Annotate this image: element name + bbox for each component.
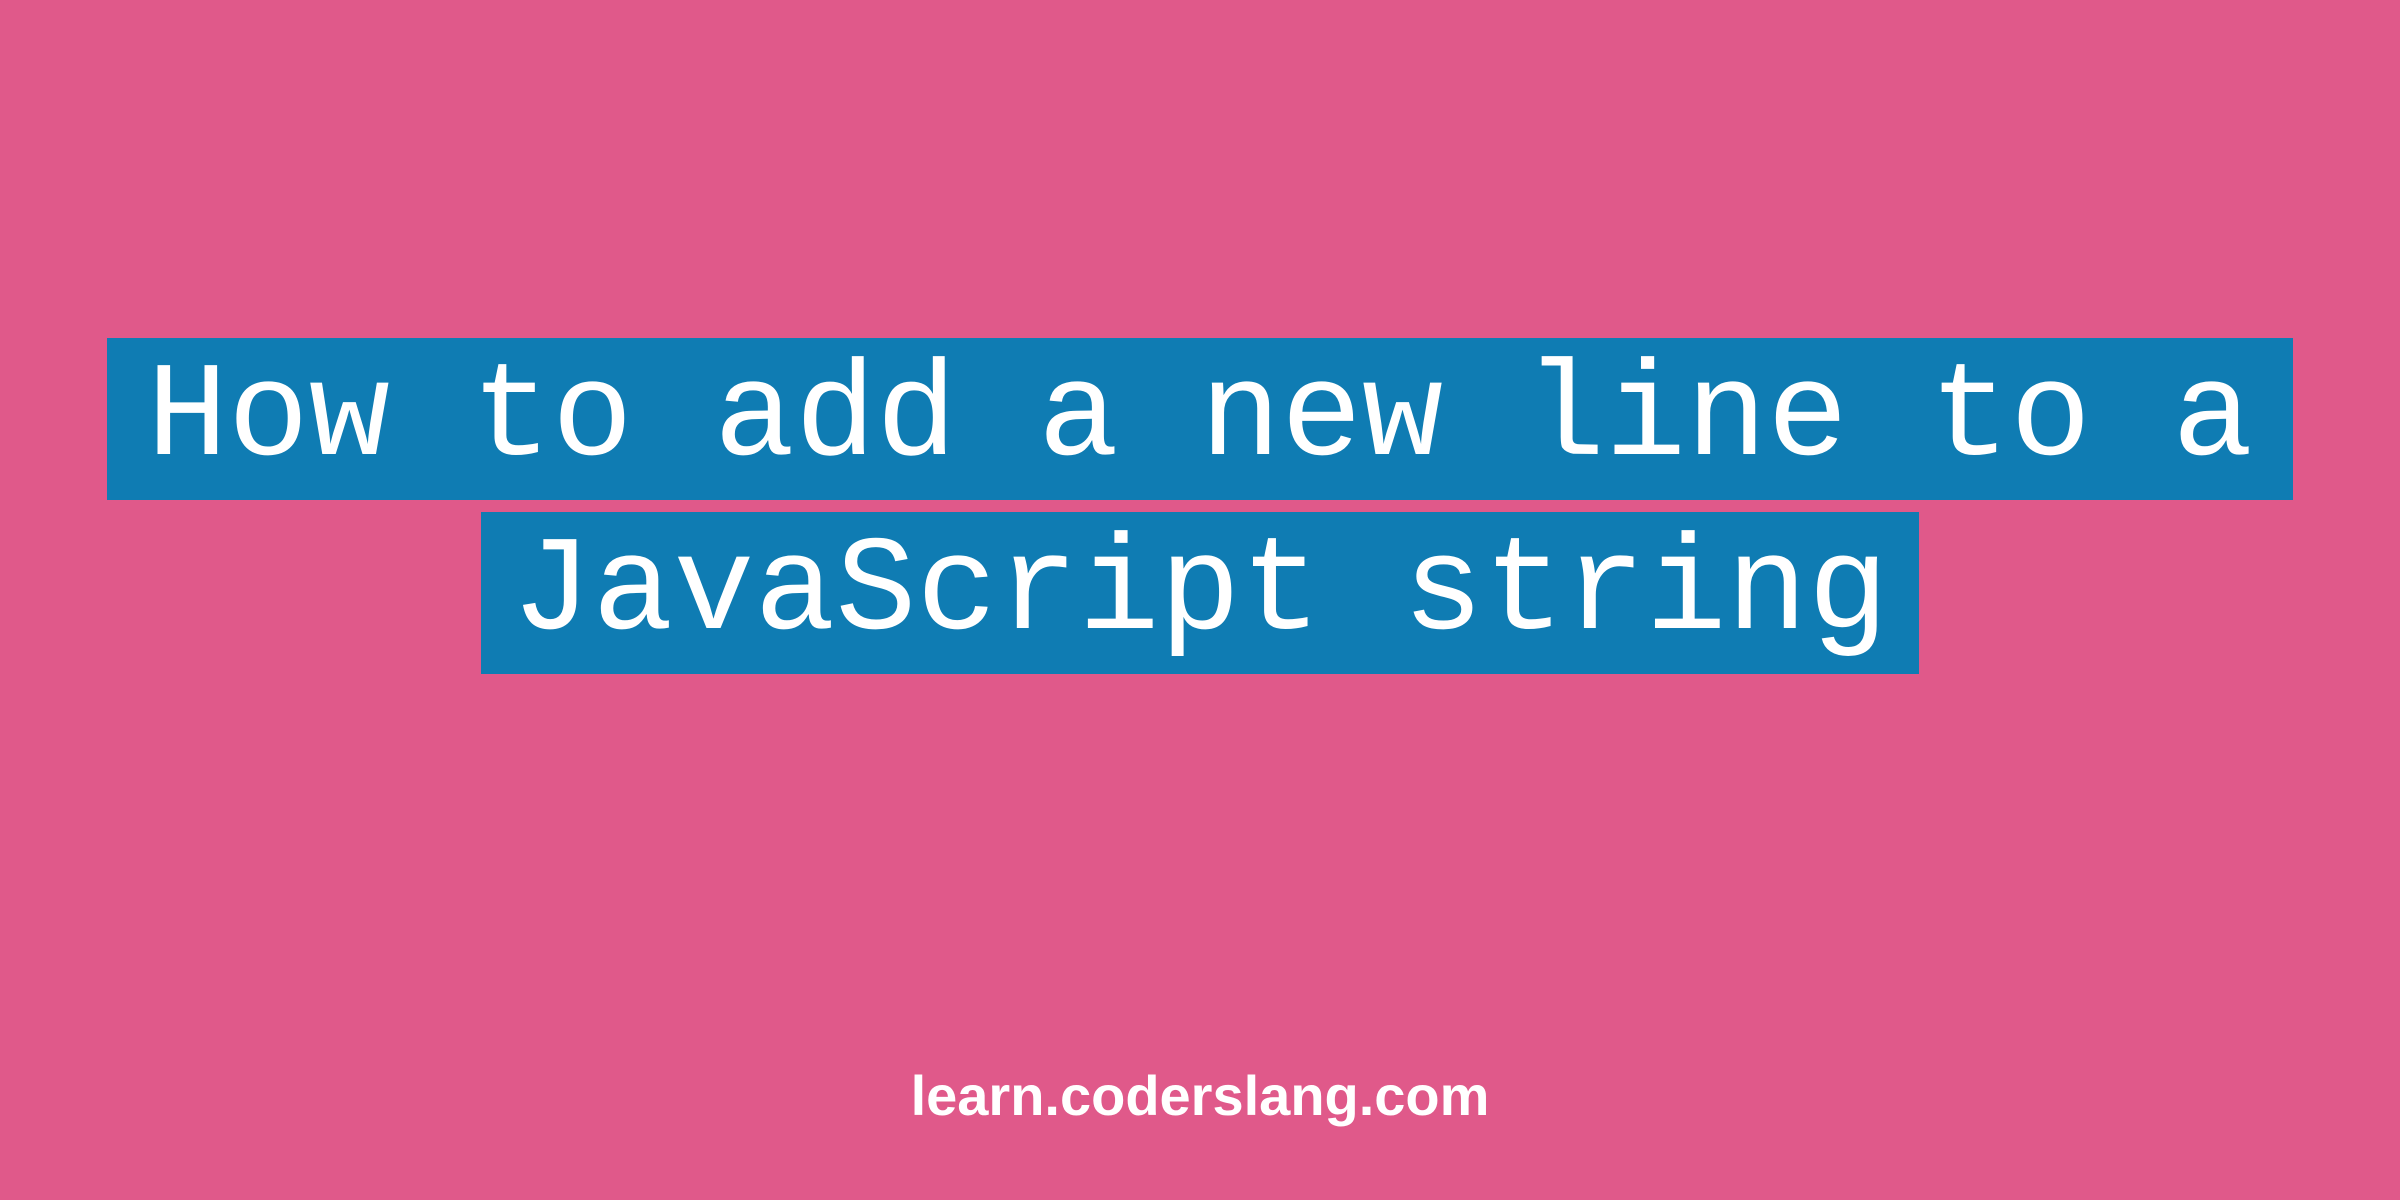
title-container: How to add a new line to a JavaScript st… [0,338,2400,674]
title-line-2: JavaScript string [481,512,1918,674]
footer-link-text: learn.coderslang.com [0,1063,2400,1128]
title-line-1: How to add a new line to a [107,338,2293,500]
